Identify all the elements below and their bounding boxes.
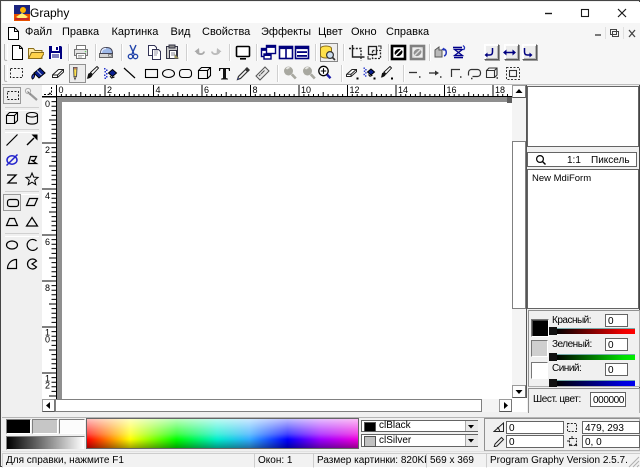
- svg-text:12: 12: [350, 85, 360, 95]
- svg-text:2: 2: [45, 145, 50, 155]
- svg-text:8: 8: [45, 283, 50, 293]
- svg-text:4: 4: [45, 191, 50, 201]
- svg-text:0: 0: [59, 85, 64, 95]
- svg-text:18: 18: [495, 85, 505, 95]
- svg-text:14: 14: [398, 85, 408, 95]
- svg-text:4: 4: [156, 85, 161, 95]
- svg-text:16: 16: [447, 85, 457, 95]
- svg-text:0: 0: [45, 99, 50, 109]
- svg-text:8: 8: [253, 85, 258, 95]
- svg-text:6: 6: [204, 85, 209, 95]
- svg-text:6: 6: [45, 237, 50, 247]
- svg-text:10: 10: [301, 85, 311, 95]
- svg-text:2: 2: [107, 85, 112, 95]
- svg-text:2: 2: [45, 381, 50, 391]
- svg-text:0: 0: [45, 335, 50, 345]
